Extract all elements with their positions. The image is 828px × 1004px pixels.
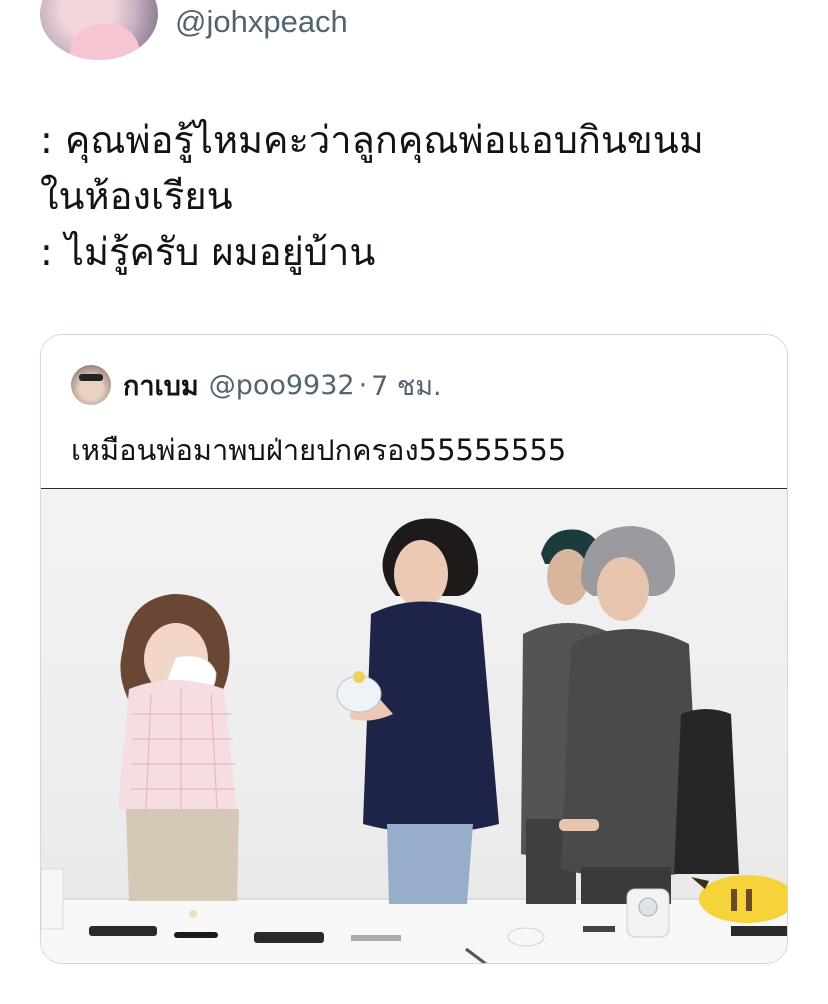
quoted-tweet-header: กาเบม @poo9932 · 7 ชม. xyxy=(71,365,442,405)
avatar-collar xyxy=(70,24,140,60)
card xyxy=(583,926,615,932)
quoted-author-name[interactable]: กาเบม xyxy=(123,364,199,407)
tweet-line: : คุณพ่อรู้ไหมคะว่าลูกคุณพ่อแอบกินขนม xyxy=(40,118,704,162)
tablet xyxy=(254,932,324,943)
quoted-tweet-card[interactable]: กาเบม @poo9932 · 7 ชม. เหมือนพ่อมาพบฝ่าย… xyxy=(40,334,788,964)
woman-figure xyxy=(118,594,239,901)
author-handle[interactable]: @johxpeach xyxy=(175,4,348,40)
quoted-author-avatar[interactable] xyxy=(71,365,111,405)
gaming-chair xyxy=(674,709,739,874)
quoted-author-handle[interactable]: @poo9932 xyxy=(209,370,355,401)
camera xyxy=(626,888,670,938)
tweet-line: : ไม่รู้ครับ ผมอยู่บ้าน xyxy=(40,230,376,274)
cable xyxy=(351,935,401,941)
tweet-line: ในห้องเรียน xyxy=(40,174,233,218)
quoted-tweet-time[interactable]: 7 ชม. xyxy=(371,364,441,407)
left-object xyxy=(41,868,64,930)
phone xyxy=(89,926,157,936)
quoted-tweet-photo[interactable] xyxy=(41,488,787,963)
quoted-tweet-text: เหมือนพ่อมาพบฝ่ายปกครอง55555555 xyxy=(71,433,567,467)
author-avatar[interactable] xyxy=(40,0,158,60)
egg xyxy=(189,910,197,918)
tweet-text: : คุณพ่อรู้ไหมคะว่าลูกคุณพ่อแอบกินขนม ใน… xyxy=(40,112,800,280)
device xyxy=(731,926,787,936)
man-navy-sweater xyxy=(336,518,499,904)
photo-illustration xyxy=(41,518,787,963)
marker xyxy=(174,932,218,938)
separator-dot: · xyxy=(358,369,368,401)
avatar-glasses xyxy=(79,374,103,381)
